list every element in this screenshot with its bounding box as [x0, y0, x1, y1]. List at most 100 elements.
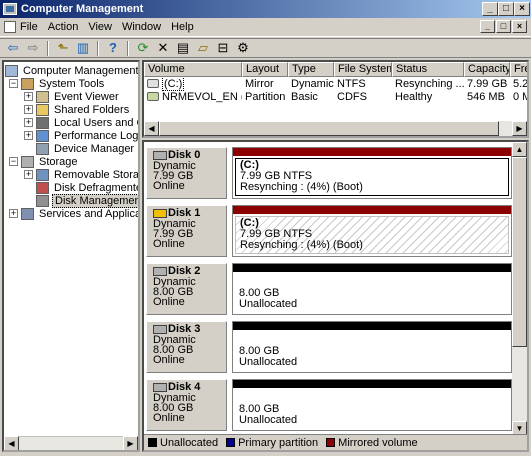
- tree-item-computer-management[interactable]: Computer Management (Local): [5, 64, 138, 77]
- disk-row[interactable]: Disk 1 Dynamic 7.99 GB Online (C:) 7.99 …: [144, 203, 513, 258]
- expand-toggle[interactable]: +: [24, 131, 33, 140]
- volume-file-system: CDFS: [337, 91, 367, 103]
- disk-label[interactable]: Disk 0 Dynamic 7.99 GB Online: [146, 147, 227, 199]
- unallocated-bar: [233, 322, 511, 330]
- services-icon: [21, 207, 34, 220]
- menu-action[interactable]: Action: [44, 19, 85, 36]
- disk-row[interactable]: Disk 3 Dynamic 8.00 GB Online 8.00 GB Un…: [144, 319, 513, 374]
- minimize-button[interactable]: _: [482, 2, 498, 16]
- disk-label[interactable]: Disk 3 Dynamic 8.00 GB Online: [146, 321, 227, 373]
- tree-horizontal-scrollbar[interactable]: ◀ ▶: [4, 436, 138, 450]
- scroll-right-icon[interactable]: ▶: [512, 121, 527, 136]
- legend-item-mirrored: Mirrored volume: [326, 436, 418, 449]
- tree-item-system-tools[interactable]: − System Tools: [9, 77, 106, 90]
- volume-block[interactable]: 8.00 GB Unallocated: [232, 379, 512, 431]
- column-header-status[interactable]: Status: [392, 62, 464, 77]
- tree-item-disk-management[interactable]: Disk Management: [36, 193, 138, 208]
- tree-item-storage[interactable]: − Storage: [9, 155, 80, 168]
- column-header-type[interactable]: Type: [288, 62, 334, 77]
- expand-toggle[interactable]: +: [24, 105, 33, 114]
- maximize-button[interactable]: □: [498, 2, 514, 16]
- open-folder-icon[interactable]: ▱: [194, 40, 212, 56]
- device-manager-icon: [36, 142, 49, 155]
- volume-block[interactable]: 8.00 GB Unallocated: [232, 263, 512, 315]
- tree-item-local-users[interactable]: + Local Users and Groups: [24, 116, 138, 129]
- disk-row[interactable]: Disk 0 Dynamic 7.99 GB Online (C:) 7.99 …: [144, 145, 513, 200]
- expand-toggle[interactable]: +: [24, 170, 33, 179]
- menu-help-label: Help: [171, 21, 194, 33]
- disk-row[interactable]: Disk 4 Dynamic 8.00 GB Online 8.00 GB Un…: [144, 377, 513, 432]
- show-hide-tree-icon[interactable]: ▥: [74, 40, 92, 56]
- expand-toggle[interactable]: +: [24, 92, 33, 101]
- disk-row[interactable]: Disk 2 Dynamic 8.00 GB Online 8.00 GB Un…: [144, 261, 513, 316]
- mirrored-volume-bar: [233, 148, 511, 156]
- tree-item-device-manager[interactable]: Device Manager: [36, 142, 136, 155]
- refresh-icon[interactable]: ⟳: [134, 40, 152, 56]
- disk-settings-icon[interactable]: ⚙: [234, 40, 252, 56]
- scroll-left-icon[interactable]: ◀: [144, 121, 159, 136]
- menu-view[interactable]: View: [84, 19, 118, 36]
- scroll-up-icon[interactable]: ▲: [512, 142, 527, 157]
- defrag-icon: [36, 181, 49, 194]
- tree-item-event-viewer[interactable]: + Event Viewer: [24, 90, 121, 103]
- help-icon[interactable]: ?: [104, 40, 122, 56]
- column-header-free-space[interactable]: Fre: [510, 62, 527, 77]
- volume-status: Healthy: [395, 91, 433, 103]
- forward-arrow-icon[interactable]: ⇨: [24, 40, 42, 56]
- disk-icon: [153, 324, 167, 334]
- scroll-thumb[interactable]: [159, 121, 499, 136]
- mdi-restore-button[interactable]: □: [496, 20, 511, 33]
- disk-graphical-view[interactable]: Disk 0 Dynamic 7.99 GB Online (C:) 7.99 …: [142, 140, 529, 452]
- close-button[interactable]: ×: [514, 2, 530, 16]
- console-tree[interactable]: Computer Management (Local) − System Too…: [2, 60, 140, 452]
- volume-type: Basic: [291, 91, 318, 103]
- column-header-capacity[interactable]: Capacity: [464, 62, 510, 77]
- scroll-thumb[interactable]: [512, 157, 527, 347]
- collapse-toggle[interactable]: −: [9, 79, 18, 88]
- window-title: Computer Management: [21, 3, 144, 15]
- properties-icon[interactable]: ▤: [174, 40, 192, 56]
- disk-vertical-scrollbar[interactable]: ▲ ▼: [512, 142, 527, 436]
- export-list-icon[interactable]: ⊟: [214, 40, 232, 56]
- volume-block[interactable]: (C:) 7.99 GB NTFS Resynching : (4%) (Boo…: [232, 205, 512, 257]
- disk-state: Online: [153, 180, 185, 192]
- column-header-layout[interactable]: Layout: [242, 62, 288, 77]
- disk-state: Online: [153, 296, 185, 308]
- list-horizontal-scrollbar[interactable]: ◀ ▶: [144, 121, 527, 136]
- volume-block[interactable]: 8.00 GB Unallocated: [232, 321, 512, 373]
- unallocated-bar: [233, 380, 511, 388]
- volume-layout: Partition: [245, 91, 286, 103]
- column-header-volume[interactable]: Volume: [144, 62, 242, 77]
- scroll-left-icon[interactable]: ◀: [4, 436, 19, 450]
- expand-toggle[interactable]: +: [24, 118, 33, 127]
- menu-help[interactable]: Help: [167, 19, 200, 36]
- disk-label[interactable]: Disk 1 Dynamic 7.99 GB Online: [146, 205, 227, 257]
- menu-window[interactable]: Window: [118, 19, 167, 36]
- tree-item-disk-defragmenter[interactable]: Disk Defragmenter: [36, 181, 138, 194]
- delete-icon[interactable]: ✕: [154, 40, 172, 56]
- tree-item-shared-folders[interactable]: + Shared Folders: [24, 103, 131, 116]
- tree-item-label: Storage: [39, 155, 78, 168]
- legend-swatch: [148, 437, 157, 447]
- expand-toggle[interactable]: +: [9, 209, 18, 218]
- column-header-file-system[interactable]: File System: [334, 62, 392, 77]
- tree-item-removable-storage[interactable]: + Removable Storage: [24, 168, 138, 181]
- mdi-close-button[interactable]: ×: [512, 20, 527, 33]
- volume-list[interactable]: Volume Layout Type File System Status Ca…: [142, 60, 529, 138]
- volume-block-status: Unallocated: [239, 414, 298, 426]
- tree-item-services-applications[interactable]: + Services and Applications: [9, 207, 138, 220]
- scroll-right-icon[interactable]: ▶: [123, 436, 138, 450]
- back-arrow-icon[interactable]: ⇦: [4, 40, 22, 56]
- collapse-toggle[interactable]: −: [9, 157, 18, 166]
- volume-block[interactable]: (C:) 7.99 GB NTFS Resynching : (4%) (Boo…: [232, 147, 512, 199]
- menu-file[interactable]: File: [0, 19, 44, 36]
- legend-label: Mirrored volume: [338, 436, 418, 449]
- disk-label[interactable]: Disk 4 Dynamic 8.00 GB Online: [146, 379, 227, 431]
- mdi-minimize-button[interactable]: _: [480, 20, 495, 33]
- up-level-icon[interactable]: ⬑: [54, 40, 72, 56]
- legend-label: Primary partition: [238, 436, 319, 449]
- volume-block-status: Resynching : (4%) (Boot): [240, 239, 363, 251]
- computer-icon: [5, 64, 18, 77]
- tree-item-performance-logs[interactable]: + Performance Logs and Alerts: [24, 129, 138, 142]
- disk-label[interactable]: Disk 2 Dynamic 8.00 GB Online: [146, 263, 227, 315]
